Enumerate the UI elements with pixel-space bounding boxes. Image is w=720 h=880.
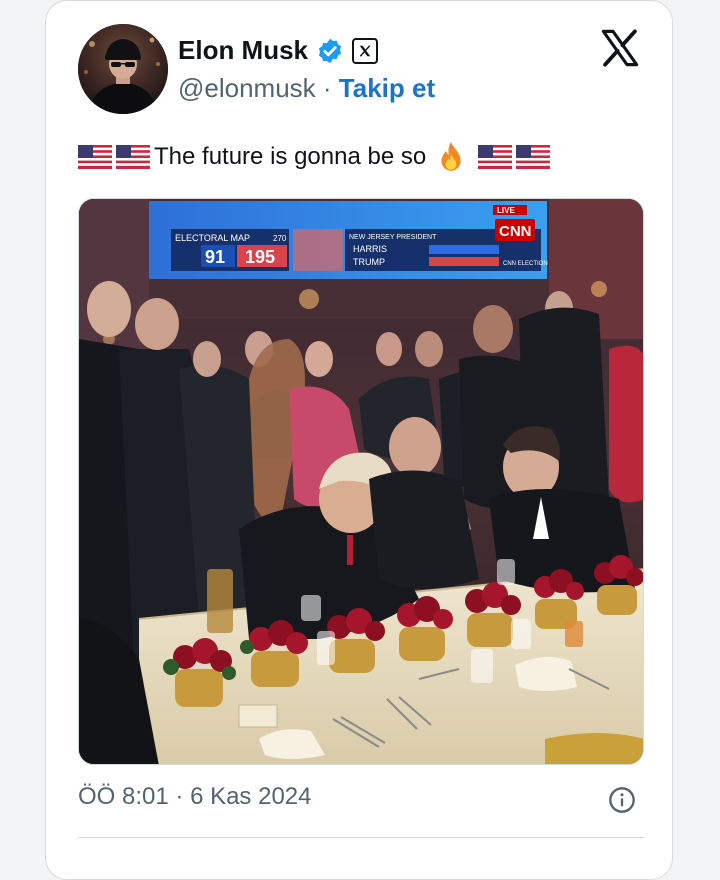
fire-emoji-icon (441, 142, 461, 171)
screen-needed: 270 (273, 234, 287, 243)
author-handle-row: @elonmusk · Takip et (178, 73, 435, 104)
avatar-photo (78, 24, 168, 114)
tweet-body: The future is gonna be so (154, 143, 427, 170)
follow-link[interactable]: Takip et (339, 73, 435, 103)
x-logo-icon[interactable] (598, 27, 642, 69)
screen-map-title: ELECTORAL MAP (175, 233, 250, 243)
screen-harris-votes: 91 (205, 247, 225, 267)
tweet-timestamp[interactable]: ÖÖ 8:01 · 6 Kas 2024 (78, 783, 312, 811)
x-org-badge-icon (352, 37, 379, 64)
author-name[interactable]: Elon Musk (178, 35, 308, 66)
tweet-date: 6 Kas 2024 (190, 783, 312, 810)
verified-badge-icon (318, 38, 342, 63)
screen-network-logo: CNN (499, 223, 532, 240)
screen-race-label: NEW JERSEY PRESIDENT (349, 234, 437, 241)
screen-live-label: LIVE (497, 206, 515, 215)
footer-divider (78, 837, 644, 838)
tweet-time: ÖÖ 8:01 (78, 783, 169, 810)
author-handle[interactable]: @elonmusk (178, 73, 316, 103)
screen-trump-votes: 195 (245, 247, 275, 267)
us-flag-icon (78, 145, 112, 169)
author-avatar[interactable] (78, 24, 168, 114)
us-flag-icon (516, 145, 551, 169)
author-name-row[interactable]: Elon Musk (178, 35, 379, 66)
event-photo-illustration: ELECTORAL MAP 270 91 195 NEW JERSEY PRES… (79, 199, 643, 764)
us-flag-icon (116, 145, 150, 169)
info-icon[interactable] (608, 786, 636, 814)
tweet-text: The future is gonna be so (78, 140, 554, 174)
timestamp-separator: · (175, 783, 191, 810)
tweet-embed-card: Elon Musk @elonmusk · Takip et The futur… (45, 0, 673, 880)
tweet-photo[interactable]: ELECTORAL MAP 270 91 195 NEW JERSEY PRES… (78, 198, 644, 765)
screen-candidate-2: TRUMP (353, 257, 385, 267)
us-flag-icon (478, 145, 513, 169)
screen-candidate-1: HARRIS (353, 244, 387, 254)
handle-separator: · (322, 73, 339, 103)
screen-footer: CNN ELECTION (503, 261, 548, 267)
